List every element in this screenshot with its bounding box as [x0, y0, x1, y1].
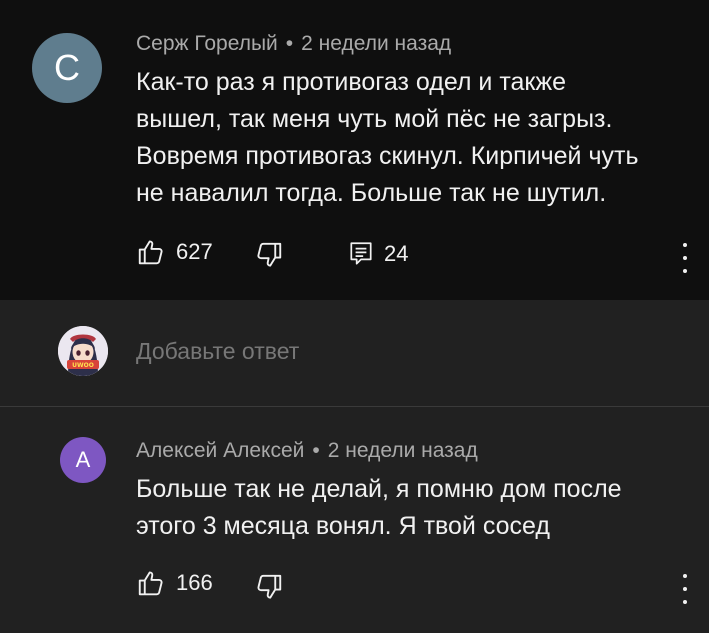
- avatar-letter: А: [75, 447, 91, 472]
- like-count: 627: [176, 239, 213, 264]
- thumb-down-icon: [257, 242, 282, 267]
- reply-input[interactable]: Добавьте ответ: [136, 338, 299, 365]
- more-dot: [683, 574, 687, 578]
- replies-button[interactable]: 24: [348, 240, 408, 268]
- thumb-up-icon: [138, 571, 163, 596]
- comment-text: Как-то раз я противогаз одел и также выш…: [136, 64, 638, 212]
- comment-text-line: не навалил тогда. Больше так не шутил.: [136, 179, 607, 207]
- comment-author[interactable]: Алексей Алексей: [136, 439, 304, 462]
- avatar-badge: UWOO: [72, 362, 94, 369]
- meta-separator: •: [312, 439, 320, 462]
- thumb-up-icon: [138, 240, 163, 265]
- more-dot: [683, 587, 687, 591]
- comment-text-line: Как-то раз я противогаз одел и также: [136, 68, 566, 96]
- meta-separator: •: [285, 32, 294, 55]
- comment-text-line: вышел, так меня чуть мой пёс не загрыз.: [136, 105, 613, 133]
- thumb-down-icon: [257, 574, 282, 599]
- more-dot: [683, 243, 687, 247]
- comment-meta: Серж Горелый • 2 недели назад: [136, 32, 451, 56]
- more-vert-icon[interactable]: [679, 574, 691, 604]
- comment-time[interactable]: 2 недели назад: [301, 32, 451, 55]
- more-dot: [683, 256, 687, 260]
- more-vert-icon[interactable]: [679, 243, 691, 273]
- comment-time[interactable]: 2 недели назад: [328, 439, 478, 462]
- avatar-letter: С: [54, 47, 80, 88]
- comment-author[interactable]: Серж Горелый: [136, 32, 278, 55]
- comment-text: Больше так не делай, я помню дом после э…: [136, 471, 622, 545]
- anime-avatar-image: UWOO: [58, 326, 108, 376]
- comment-text-line: Больше так не делай, я помню дом после: [136, 475, 622, 503]
- like-button[interactable]: 166: [136, 568, 213, 598]
- comment-meta: Алексей Алексей • 2 недели назад: [136, 439, 478, 463]
- reply-count: 24: [384, 241, 409, 266]
- avatar[interactable]: С: [32, 33, 102, 103]
- like-count: 166: [176, 570, 213, 595]
- user-avatar[interactable]: UWOO: [58, 326, 108, 376]
- comment-text-line: этого 3 месяца вонял. Я твой сосед: [136, 512, 550, 540]
- dislike-button[interactable]: [254, 240, 284, 270]
- avatar[interactable]: А: [60, 437, 106, 483]
- comment-text-line: Вовремя противогаз скинул. Кирпичей чуть: [136, 142, 639, 170]
- more-dot: [683, 600, 687, 604]
- more-dot: [683, 269, 687, 273]
- like-button[interactable]: 627: [136, 237, 213, 267]
- comment-icon: [350, 242, 372, 265]
- dislike-button[interactable]: [254, 572, 284, 602]
